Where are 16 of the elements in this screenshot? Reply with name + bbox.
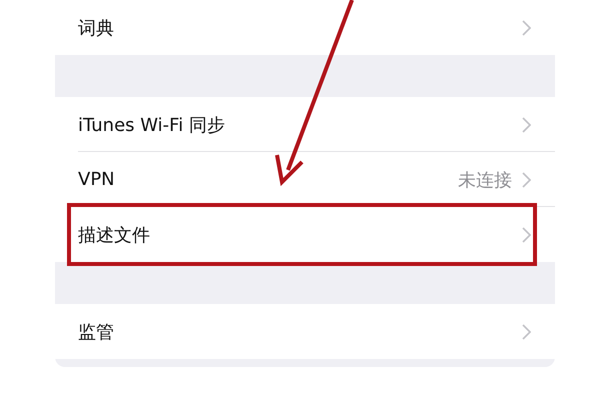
- chevron-icon: [522, 324, 531, 340]
- row-label: 描述文件: [78, 224, 151, 246]
- settings-row[interactable]: 描述文件: [55, 207, 555, 262]
- chevron-icon: [522, 172, 531, 188]
- row-value: 未连接: [458, 168, 512, 192]
- row-label: 词典: [78, 16, 115, 40]
- row-label: 监管: [78, 320, 115, 344]
- row-label: VPN: [78, 169, 116, 190]
- chevron-icon: [522, 116, 531, 132]
- row-label: iTunes Wi-Fi 同步: [78, 114, 226, 136]
- settings-row[interactable]: VPN 未连接: [55, 152, 555, 207]
- settings-row[interactable]: 词典: [55, 0, 555, 55]
- chevron-icon: [522, 20, 531, 36]
- settings-row[interactable]: iTunes Wi-Fi 同步: [55, 97, 555, 152]
- chevron-icon: [522, 226, 531, 242]
- settings-row[interactable]: 监管: [55, 304, 555, 359]
